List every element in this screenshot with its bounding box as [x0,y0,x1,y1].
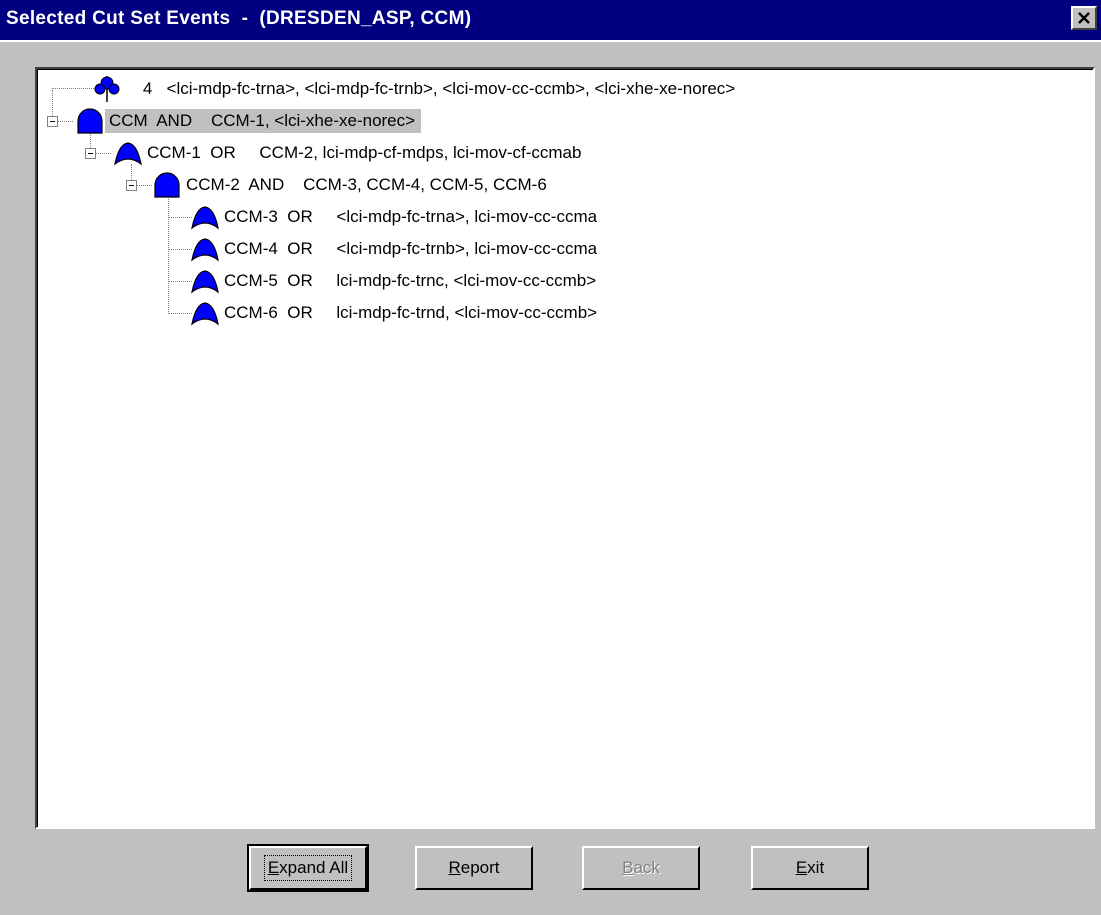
node-label: CCM-4 OR <lci-mdp-fc-trnb>, lci-mov-cc-c… [224,239,598,258]
node-label: CCM AND CCM-1, <lci-xhe-xe-norec> [105,109,422,133]
node-label: CCM-3 OR <lci-mdp-fc-trna>, lci-mov-cc-c… [224,207,598,226]
collapse-toggle[interactable] [47,116,58,127]
collapse-toggle[interactable] [126,180,137,191]
node-label: 4 <lci-mdp-fc-trna>, <lci-mdp-fc-trnb>, … [124,79,736,98]
or-gate-icon [191,238,219,262]
or-gate-icon [191,206,219,230]
or-gate-icon [191,270,219,294]
tree-node-ccm-2[interactable]: CCM-2 AND CCM-3, CCM-4, CCM-5, CCM-6 [152,171,553,199]
tree-node-cutset[interactable]: 4 <lci-mdp-fc-trna>, <lci-mdp-fc-trnb>, … [94,75,741,103]
cutset-icon [94,76,120,102]
and-gate-icon [154,172,180,198]
back-button[interactable]: Back [582,846,700,890]
tree-node-ccm-5[interactable]: CCM-5 OR lci-mdp-fc-trnc, <lci-mov-cc-cc… [190,267,602,295]
close-icon [1078,11,1090,24]
expand-all-button[interactable]: Expand All [247,844,369,892]
exit-button[interactable]: Exit [751,846,869,890]
tree-node-ccm[interactable]: CCM AND CCM-1, <lci-xhe-xe-norec> [75,107,422,135]
tree-node-ccm-6[interactable]: CCM-6 OR lci-mdp-fc-trnd, <lci-mov-cc-cc… [190,299,603,327]
exit-label: Exit [795,858,825,877]
tree-node-ccm-1[interactable]: CCM-1 OR CCM-2, lci-mdp-cf-mdps, lci-mov… [113,139,587,167]
or-gate-icon [114,142,142,166]
frame-divider [0,40,1101,42]
close-button[interactable] [1071,6,1097,30]
expand-all-label: Expand All [263,855,353,881]
node-label: CCM-5 OR lci-mdp-fc-trnc, <lci-mov-cc-cc… [224,271,597,290]
and-gate-icon [77,108,103,134]
report-button[interactable]: Report [415,846,533,890]
back-label: Back [622,858,660,877]
cut-set-tree[interactable]: 4 <lci-mdp-fc-trna>, <lci-mdp-fc-trnb>, … [35,67,1095,829]
node-label: CCM-6 OR lci-mdp-fc-trnd, <lci-mov-cc-cc… [224,303,598,322]
tree-node-ccm-4[interactable]: CCM-4 OR <lci-mdp-fc-trnb>, lci-mov-cc-c… [190,235,603,263]
node-label: CCM-2 AND CCM-3, CCM-4, CCM-5, CCM-6 [186,175,547,194]
report-label: Report [448,858,500,877]
tree-node-ccm-3[interactable]: CCM-3 OR <lci-mdp-fc-trna>, lci-mov-cc-c… [190,203,603,231]
window-title: Selected Cut Set Events - (DRESDEN_ASP, … [6,8,472,29]
title-bar: Selected Cut Set Events - (DRESDEN_ASP, … [0,0,1101,40]
or-gate-icon [191,302,219,326]
collapse-toggle[interactable] [85,148,96,159]
node-label: CCM-1 OR CCM-2, lci-mdp-cf-mdps, lci-mov… [147,143,582,162]
